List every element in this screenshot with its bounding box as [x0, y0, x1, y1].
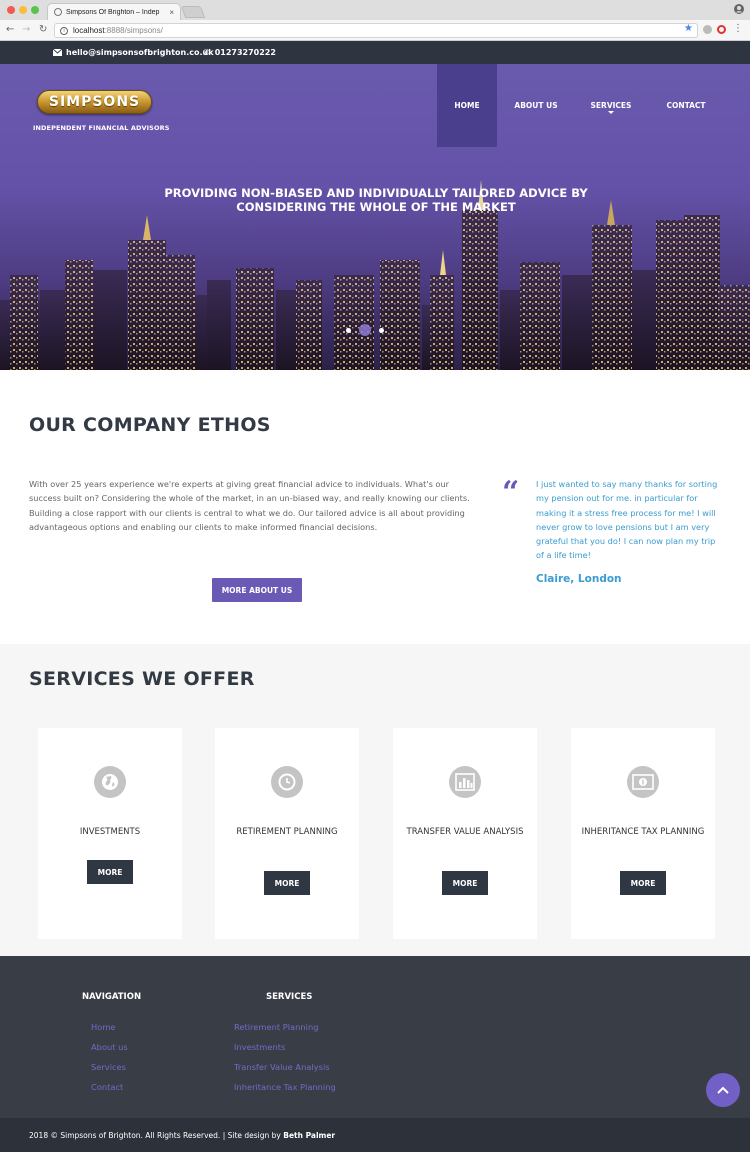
url-path: :8888/simpsons/: [104, 26, 163, 35]
extension-icon[interactable]: [703, 25, 712, 34]
profile-icon[interactable]: [734, 4, 744, 14]
footer-link-contact[interactable]: Contact: [91, 1081, 128, 1101]
new-tab-button[interactable]: [180, 6, 206, 18]
url-host: localhost: [73, 26, 105, 35]
ethos-body: With over 25 years experience we're expe…: [29, 479, 470, 532]
service-card-retirement: RETIREMENT PLANNING MORE: [215, 728, 359, 939]
logo-badge: SIMPSONS: [37, 90, 152, 114]
close-window-button[interactable]: [7, 6, 15, 14]
bar-chart-icon: [449, 766, 481, 798]
hero-heading: PROVIDING NON-BIASED AND INDIVIDUALLY TA…: [164, 186, 588, 214]
scroll-to-top-button[interactable]: [706, 1073, 740, 1107]
tab-close-icon[interactable]: ×: [169, 8, 174, 17]
services-section: SERVICES WE OFFER INVESTMENTS MORE RETIR…: [0, 644, 750, 956]
service-card-title: INHERITANCE TAX PLANNING: [581, 827, 705, 837]
globe-icon: [94, 766, 126, 798]
nav-home[interactable]: HOME: [437, 64, 497, 147]
contact-topbar: hello@simpsonsofbrighton.co.uk ✆ 0127327…: [0, 41, 750, 64]
ethos-title: OUR COMPANY ETHOS: [29, 414, 271, 436]
service-card-title: INVESTMENTS: [79, 827, 141, 837]
bookmark-star-icon[interactable]: ★: [684, 23, 693, 34]
chevron-down-icon: [608, 111, 614, 114]
main-nav: HOME ABOUT US SERVICES CONTACT: [437, 64, 725, 147]
slider-dot-2[interactable]: [359, 324, 371, 336]
designer-credit[interactable]: Beth Palmer: [283, 1131, 335, 1140]
footer-link-retirement-planning[interactable]: Retirement Planning: [234, 1021, 336, 1041]
clock-icon: [271, 766, 303, 798]
slider-dots: [346, 324, 384, 336]
site-logo[interactable]: SIMPSONS INDEPENDENT FINANCIAL ADVISORS: [33, 90, 169, 132]
nav-about-us[interactable]: ABOUT US: [497, 64, 575, 147]
minimize-window-button[interactable]: [19, 6, 27, 14]
retirement-more-button[interactable]: MORE: [264, 871, 310, 895]
service-card-investments: INVESTMENTS MORE: [38, 728, 182, 939]
nav-services[interactable]: SERVICES: [575, 64, 647, 147]
browser-menu-icon[interactable]: ⋮: [733, 23, 743, 34]
investments-more-button[interactable]: MORE: [87, 860, 133, 884]
footer-link-about-us[interactable]: About us: [91, 1041, 128, 1061]
quote-icon: “: [502, 475, 520, 510]
footer-link-transfer-value-analysis[interactable]: Transfer Value Analysis: [234, 1061, 336, 1081]
services-title: SERVICES WE OFFER: [29, 668, 255, 690]
footer-link-investments[interactable]: Investments: [234, 1041, 336, 1061]
service-card-inheritance: INHERITANCE TAX PLANNING MORE: [571, 728, 715, 939]
topbar-email[interactable]: hello@simpsonsofbrighton.co.uk: [53, 48, 214, 57]
maximize-window-button[interactable]: [31, 6, 39, 14]
footer-nav-list: Home About us Services Contact: [91, 1021, 128, 1101]
footer-services-heading: SERVICES: [266, 992, 313, 1002]
copyright-text: 2018 © Simpsons of Brighton. All Rights …: [29, 1131, 335, 1140]
service-card-title: TRANSFER VALUE ANALYSIS: [406, 827, 524, 837]
slider-dot-3[interactable]: [379, 327, 384, 333]
service-card-title: RETIREMENT PLANNING: [236, 827, 338, 837]
service-card-transfer: TRANSFER VALUE ANALYSIS MORE: [393, 728, 537, 939]
info-icon[interactable]: i: [60, 26, 68, 35]
envelope-icon: [53, 49, 62, 56]
opera-icon[interactable]: [717, 25, 726, 34]
slider-dot-1[interactable]: [346, 327, 351, 333]
browser-tab-strip: Simpsons Of Brighton – Indep ×: [0, 0, 750, 20]
footer-link-home[interactable]: Home: [91, 1021, 128, 1041]
more-about-us-button[interactable]: MORE ABOUT US: [212, 578, 302, 602]
logo-tagline: INDEPENDENT FINANCIAL ADVISORS: [33, 124, 170, 132]
footer-nav-heading: NAVIGATION: [82, 992, 142, 1002]
site-footer: NAVIGATION SERVICES Home About us Servic…: [0, 956, 750, 1118]
copyright-bar: 2018 © Simpsons of Brighton. All Rights …: [0, 1118, 750, 1152]
tab-title: Simpsons Of Brighton – Indep: [66, 8, 160, 16]
email-text: hello@simpsonsofbrighton.co.uk: [66, 48, 214, 57]
inheritance-more-button[interactable]: MORE: [620, 871, 666, 895]
footer-link-inheritance-tax-planning[interactable]: Inheritance Tax Planning: [234, 1081, 336, 1101]
address-bar[interactable]: i localhost :8888/simpsons/: [54, 23, 698, 38]
browser-toolbar: ← → ↻ i localhost :8888/simpsons/ ★ ⋮: [0, 20, 750, 41]
footer-link-services[interactable]: Services: [91, 1061, 128, 1081]
reload-icon[interactable]: ↻: [39, 24, 47, 35]
topbar-phone[interactable]: ✆ 01273270222: [203, 48, 276, 57]
forward-arrow-icon[interactable]: →: [22, 24, 30, 35]
nav-contact[interactable]: CONTACT: [647, 64, 725, 147]
testimonial-author: Claire, London: [536, 573, 622, 585]
chevron-up-icon: [717, 1086, 729, 1094]
footer-services-list: Retirement Planning Investments Transfer…: [234, 1021, 336, 1101]
phone-text: 01273270222: [214, 48, 276, 57]
nav-services-label: SERVICES: [590, 101, 632, 110]
copyright-notice: 2018 © Simpsons of Brighton. All Rights …: [29, 1131, 281, 1140]
hero-banner: SIMPSONS INDEPENDENT FINANCIAL ADVISORS …: [0, 64, 750, 370]
back-arrow-icon[interactable]: ←: [6, 24, 14, 35]
testimonial-quote: I just wanted to say many thanks for sor…: [536, 479, 718, 561]
logo-text: SIMPSONS: [48, 94, 141, 110]
ethos-section: OUR COMPANY ETHOS With over 25 years exp…: [0, 370, 750, 644]
browser-tab[interactable]: Simpsons Of Brighton – Indep ×: [47, 3, 181, 20]
favicon-icon: [54, 8, 62, 16]
transfer-more-button[interactable]: MORE: [442, 871, 488, 895]
money-icon: [627, 766, 659, 798]
phone-icon: ✆: [203, 48, 210, 57]
